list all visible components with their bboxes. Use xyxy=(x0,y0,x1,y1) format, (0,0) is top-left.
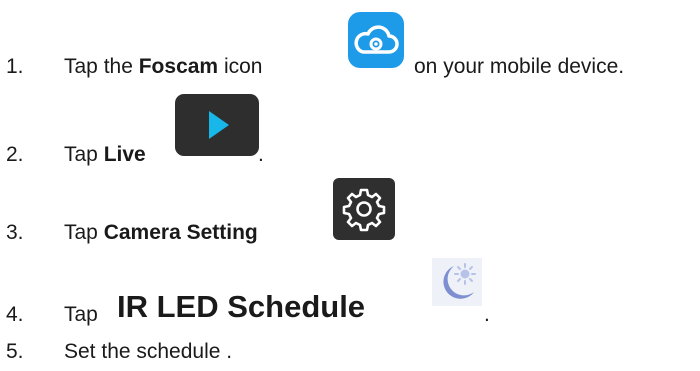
step-number: 4. xyxy=(6,303,24,326)
step-number: 5. xyxy=(6,340,24,363)
step-prefix: Tap xyxy=(64,143,104,166)
step-suffix: on your mobile device. xyxy=(414,55,625,78)
gear-icon xyxy=(333,178,395,240)
step-prefix: Tap xyxy=(64,303,98,326)
step-suffix: . xyxy=(484,303,490,326)
ir-led-schedule-label: IR LED Schedule xyxy=(117,289,366,324)
step-middle: icon xyxy=(218,55,263,78)
step-number: 3. xyxy=(6,221,24,244)
step-text: Tap xyxy=(64,303,98,327)
step-number: 2. xyxy=(6,143,24,166)
step-prefix: Tap the xyxy=(64,55,139,78)
step-prefix: Tap xyxy=(64,221,104,244)
play-icon xyxy=(175,94,259,156)
step-text: Set the schedule . xyxy=(64,340,233,363)
foscam-cloud-app-icon xyxy=(348,12,404,68)
step-text: Tap the Foscam icon xyxy=(64,55,262,79)
step-2: 2. Tap Live . xyxy=(0,143,700,173)
step-text: Tap Live xyxy=(64,143,146,167)
step-text: Tap Camera Setting xyxy=(64,221,258,245)
moon-sun-icon xyxy=(432,258,482,306)
app-name: Foscam xyxy=(138,55,219,78)
step-5: 5. Set the schedule . xyxy=(0,340,700,370)
live-label: Live xyxy=(103,143,146,166)
camera-setting-label: Camera Setting xyxy=(103,221,258,244)
step-number: 1. xyxy=(6,55,24,78)
step-4: 4. Tap IR LED Schedule . xyxy=(0,289,700,331)
